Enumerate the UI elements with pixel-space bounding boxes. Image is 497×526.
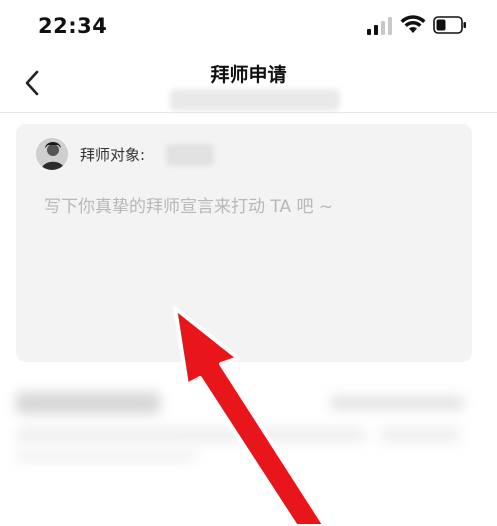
blurred-section-link[interactable] [330,396,464,410]
declaration-input[interactable] [44,192,444,342]
cellular-signal-icon [367,17,395,35]
avatar-image [36,138,68,170]
blurred-target-name [166,144,214,166]
blurred-content-line [380,428,460,442]
battery-icon [433,16,466,34]
status-time: 22:34 [38,14,108,38]
status-bar: 22:34 [0,0,497,52]
wifi-icon [400,15,426,33]
blurred-section-title [16,392,160,414]
nav-divider [0,112,497,113]
target-label: 拜师对象: [80,146,146,164]
navigation-bar: 拜师申请 [0,52,497,112]
page-title: 拜师申请 [210,64,287,86]
blurred-subtitle [170,89,340,111]
avatar[interactable] [36,138,68,170]
application-card: 拜师对象: [16,124,472,362]
blurred-content-line [16,450,196,462]
blurred-content-line [16,428,366,442]
